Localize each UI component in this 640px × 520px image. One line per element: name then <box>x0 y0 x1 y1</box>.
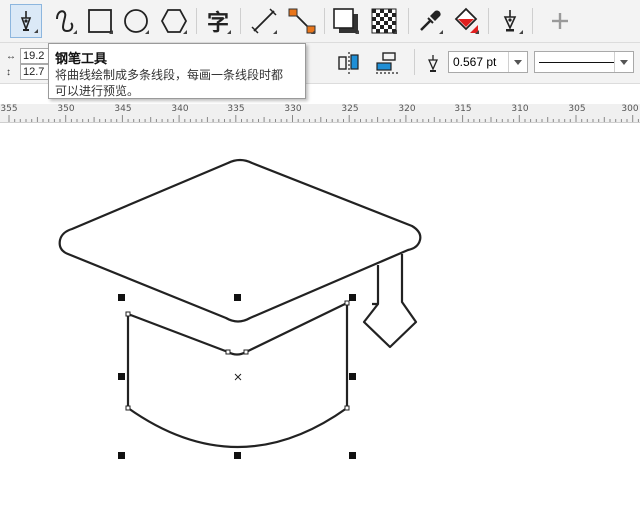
tooltip-description-line1: 将曲线绘制成多条线段，每画一条线段时都 <box>55 68 284 82</box>
toolbar-separator <box>532 8 533 34</box>
interactive-fill-tool-button[interactable] <box>450 4 482 38</box>
handle-bottom-center[interactable] <box>234 452 241 459</box>
outline-pen-tool-button[interactable] <box>494 4 526 38</box>
align-distribute-icon <box>338 52 359 74</box>
outline-width-select[interactable] <box>448 51 528 73</box>
add-tool-button[interactable] <box>544 4 576 38</box>
tassel-shape[interactable] <box>362 254 418 349</box>
eyedropper-tool-button[interactable] <box>414 4 446 38</box>
height-row: ↕ 12.7 <box>6 64 50 80</box>
handle-top-left[interactable] <box>118 294 125 301</box>
outline-width-label-icon-wrap <box>424 53 442 75</box>
drawing-canvas[interactable] <box>0 123 640 517</box>
tooltip-title: 钢笔工具 <box>55 52 108 67</box>
canvas-drawing <box>58 158 422 459</box>
width-arrows-icon: ↔ <box>6 50 16 62</box>
outline-pen-icon <box>503 10 517 32</box>
ruler-ticks <box>8 115 639 122</box>
outline-width-input[interactable] <box>449 52 513 72</box>
line-style-select[interactable] <box>534 51 634 73</box>
pen-tool-button[interactable] <box>10 4 42 38</box>
curve-tool-button[interactable] <box>48 4 80 38</box>
align-distribute-button[interactable] <box>336 51 362 75</box>
outline-pen-small-icon <box>427 55 439 72</box>
object-order-button[interactable] <box>374 51 402 75</box>
width-row: ↔ 19.2 <box>6 48 50 64</box>
rectangle-tool-button[interactable] <box>84 4 116 38</box>
toolbar-separator <box>488 8 489 34</box>
handle-top-right[interactable] <box>349 294 356 301</box>
dimension-tool-button[interactable] <box>248 4 280 38</box>
toolbar-separator <box>196 8 197 34</box>
handle-bottom-right[interactable] <box>349 452 356 459</box>
tooltip-description-line2: 可以进行预览。 <box>55 84 140 98</box>
width-field[interactable]: 19.2 <box>20 48 50 64</box>
chevron-down-icon[interactable] <box>508 52 527 72</box>
add-tool-icon <box>552 13 568 29</box>
polygon-tool-button[interactable] <box>158 4 190 38</box>
transparency-tool-button[interactable] <box>368 4 400 38</box>
connector-tool-button[interactable] <box>286 4 318 38</box>
toolbar-separator <box>324 8 325 34</box>
handle-middle-right[interactable] <box>349 373 356 380</box>
handle-middle-left[interactable] <box>118 373 125 380</box>
main-toolbar: 字 <box>0 0 640 43</box>
line-style-sample <box>539 62 615 63</box>
pen-tool-tooltip: 钢笔工具 将曲线绘制成多条线段，每画一条线段时都 可以进行预览。 <box>48 43 306 99</box>
height-arrows-icon: ↕ <box>6 66 11 78</box>
text-tool-button[interactable]: 字 <box>202 4 234 38</box>
height-field[interactable]: 12.7 <box>20 64 50 80</box>
object-order-icon <box>376 52 400 74</box>
selection-center-mark[interactable] <box>234 373 242 381</box>
toolbar-separator <box>240 8 241 34</box>
handle-bottom-left[interactable] <box>118 452 125 459</box>
chevron-down-icon[interactable] <box>614 52 633 72</box>
toolbar-separator <box>408 8 409 34</box>
handle-top-center[interactable] <box>234 294 241 301</box>
text-tool-icon: 字 <box>206 11 229 36</box>
horizontal-ruler[interactable]: 355 350 345 340 335 330 325 320 315 310 … <box>0 104 640 123</box>
propbar-separator <box>414 49 415 75</box>
drop-shadow-tool-button[interactable] <box>330 4 362 38</box>
ellipse-tool-button[interactable] <box>120 4 152 38</box>
cap-body-shape[interactable] <box>126 301 349 449</box>
